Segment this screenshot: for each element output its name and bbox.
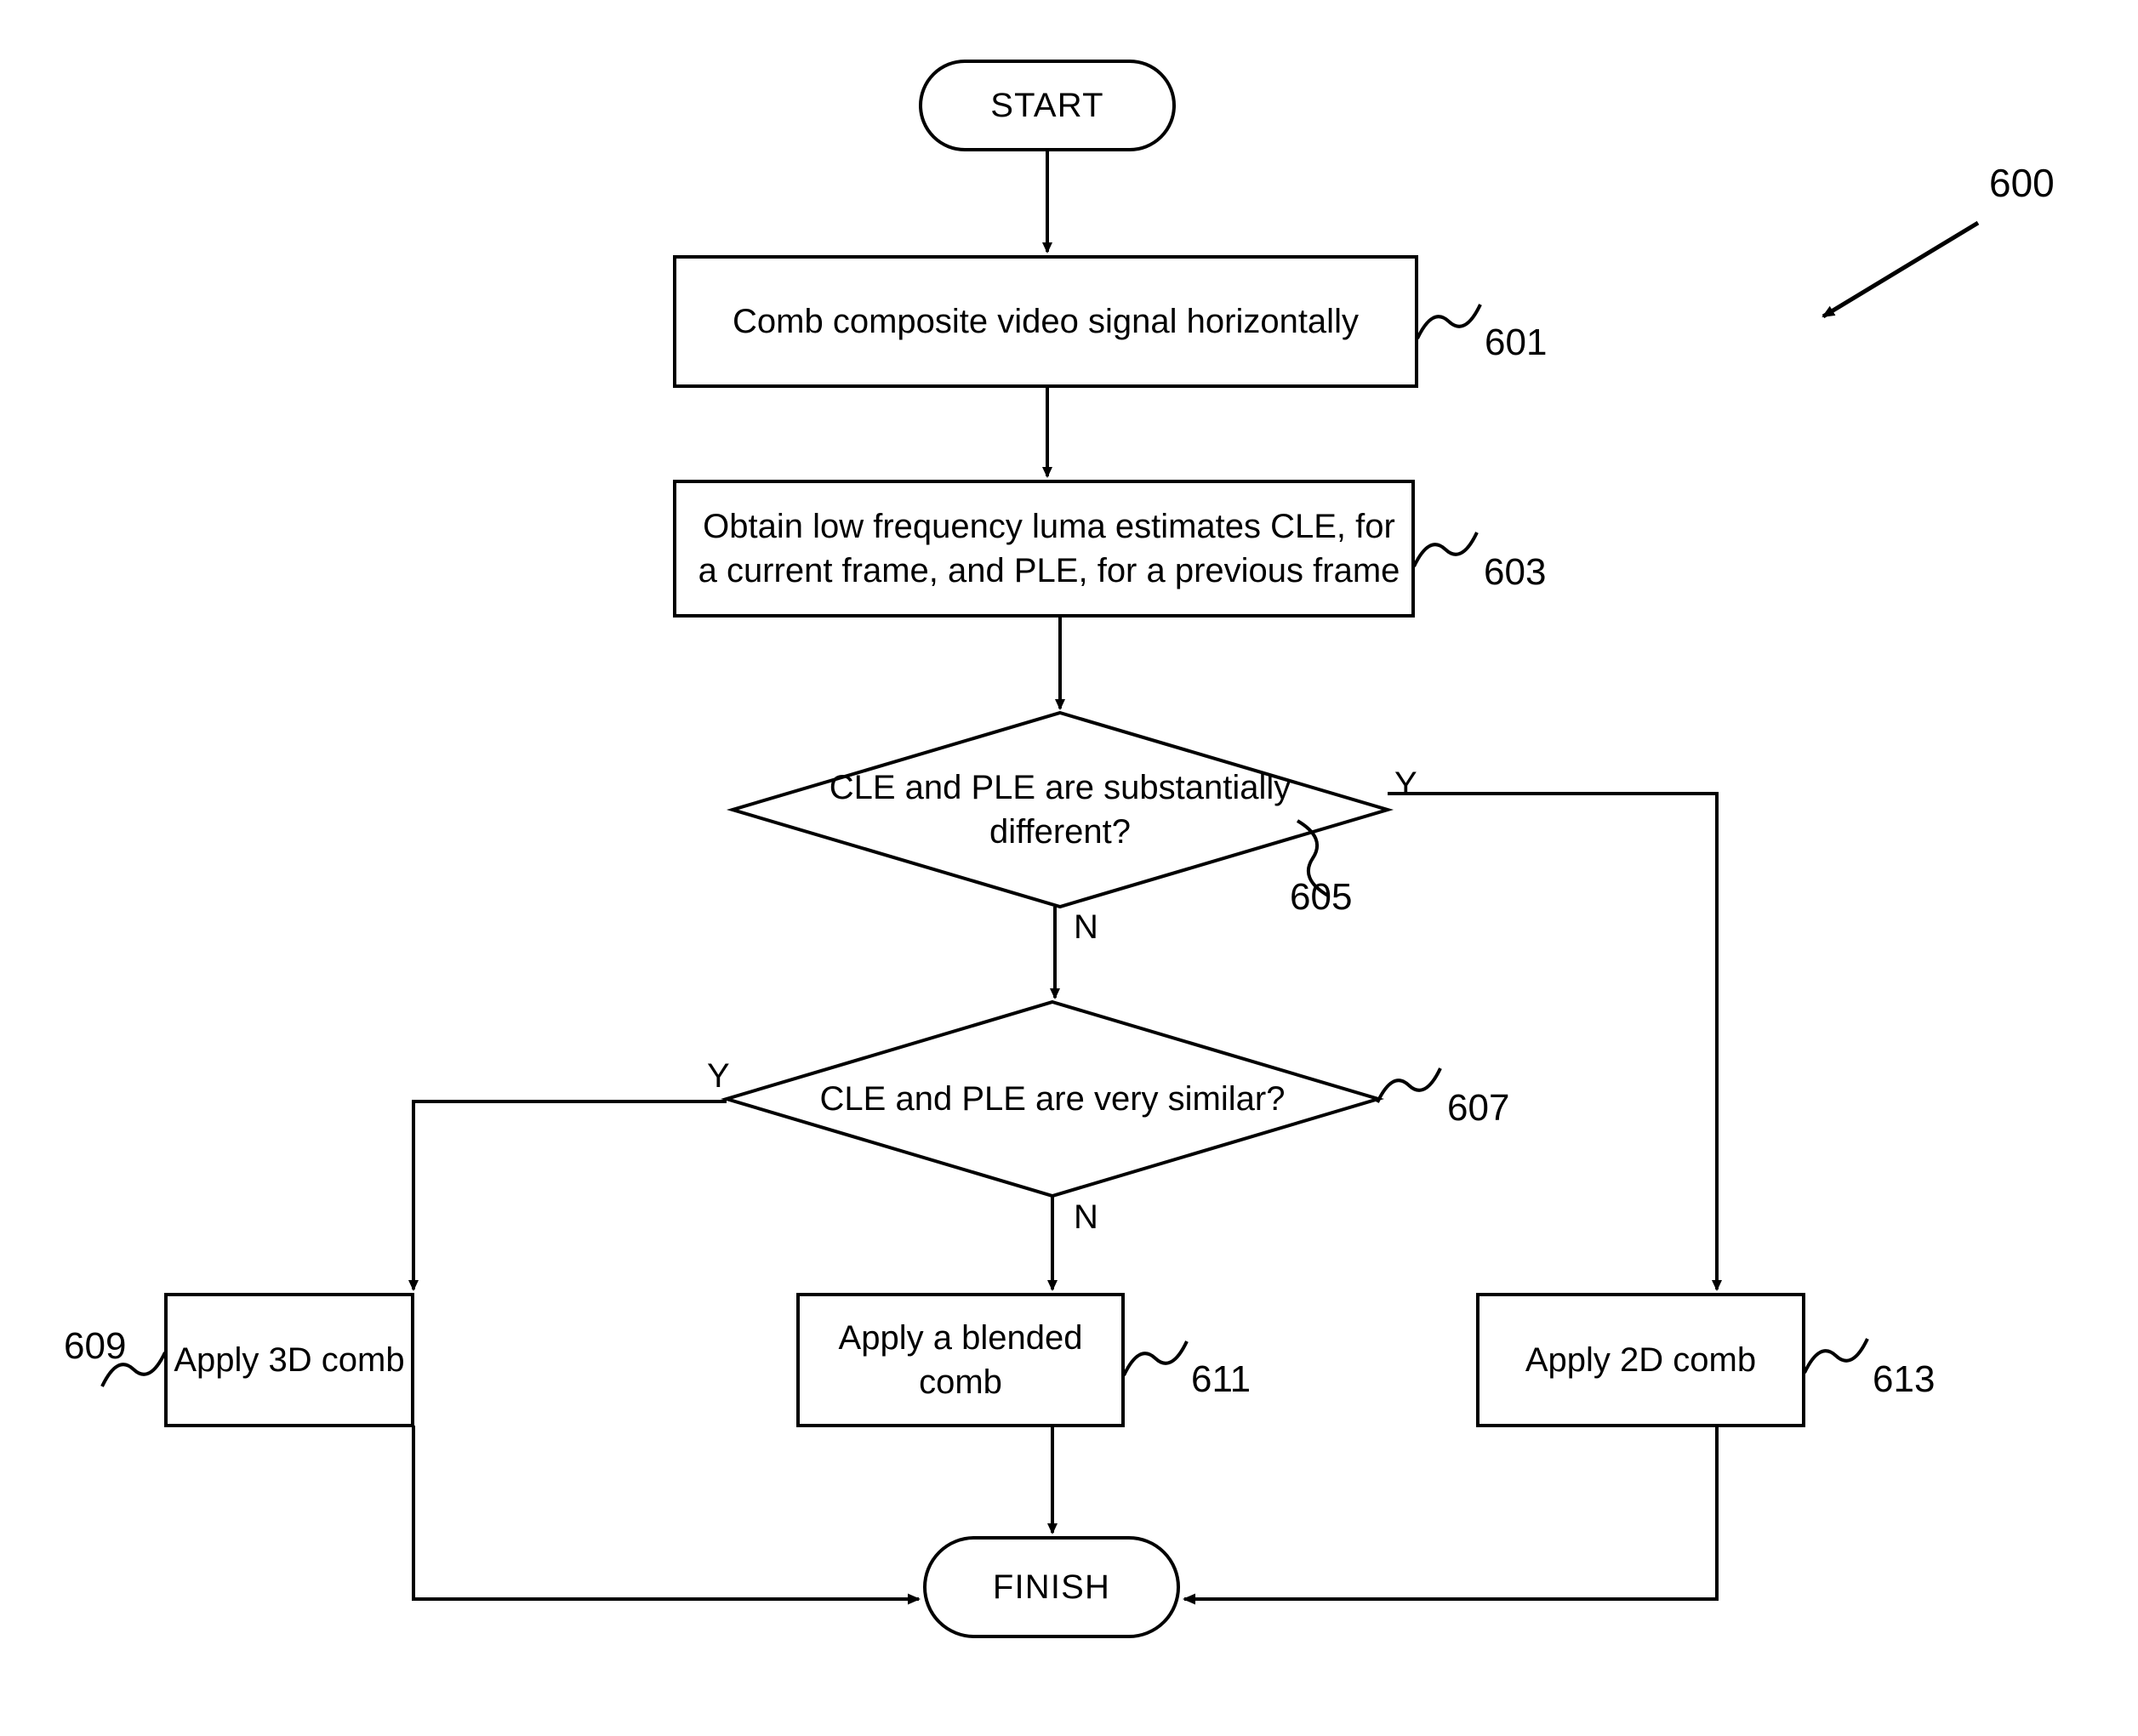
- reference-numeral-609: 609: [64, 1325, 127, 1367]
- connector-607-yes-to-609: [408, 1100, 727, 1291]
- step-609-shape: [164, 1293, 414, 1427]
- step-613-shape: [1476, 1293, 1805, 1427]
- step-603-shape: [673, 480, 1415, 618]
- reference-numeral-601: 601: [1485, 322, 1548, 363]
- figure-reference-numeral: 600: [1989, 161, 2055, 205]
- flowchart-canvas: START Comb composite video signal horizo…: [0, 0, 2138, 1736]
- branch-label-607-yes: Y: [707, 1057, 730, 1095]
- figure-leader-arrow: [1822, 220, 1980, 319]
- step-611-shape: [796, 1293, 1125, 1427]
- leader-611: [1122, 1340, 1189, 1376]
- reference-numeral-605: 605: [1290, 876, 1353, 918]
- reference-numeral-603: 603: [1484, 551, 1547, 593]
- branch-label-607-no: N: [1074, 1198, 1098, 1236]
- connector-613-to-finish: [1183, 1426, 1719, 1605]
- leader-613: [1803, 1338, 1869, 1374]
- decision-607-shape: [720, 999, 1385, 1198]
- step-601-shape: [673, 255, 1418, 388]
- leader-603: [1412, 532, 1479, 567]
- leader-601: [1416, 304, 1482, 339]
- branch-label-605-yes: Y: [1394, 766, 1417, 803]
- start-terminal-shape: [919, 60, 1176, 151]
- connector-609-to-finish: [412, 1426, 921, 1605]
- branch-label-605-no: N: [1074, 908, 1098, 946]
- leader-607: [1376, 1067, 1442, 1103]
- reference-numeral-611: 611: [1191, 1358, 1251, 1400]
- reference-numeral-607: 607: [1447, 1087, 1510, 1129]
- flowchart-graphics: [100, 60, 1980, 1638]
- finish-terminal-shape: [923, 1536, 1180, 1638]
- reference-numeral-613: 613: [1873, 1358, 1936, 1400]
- connector-605-yes-to-613: [1388, 792, 1722, 1291]
